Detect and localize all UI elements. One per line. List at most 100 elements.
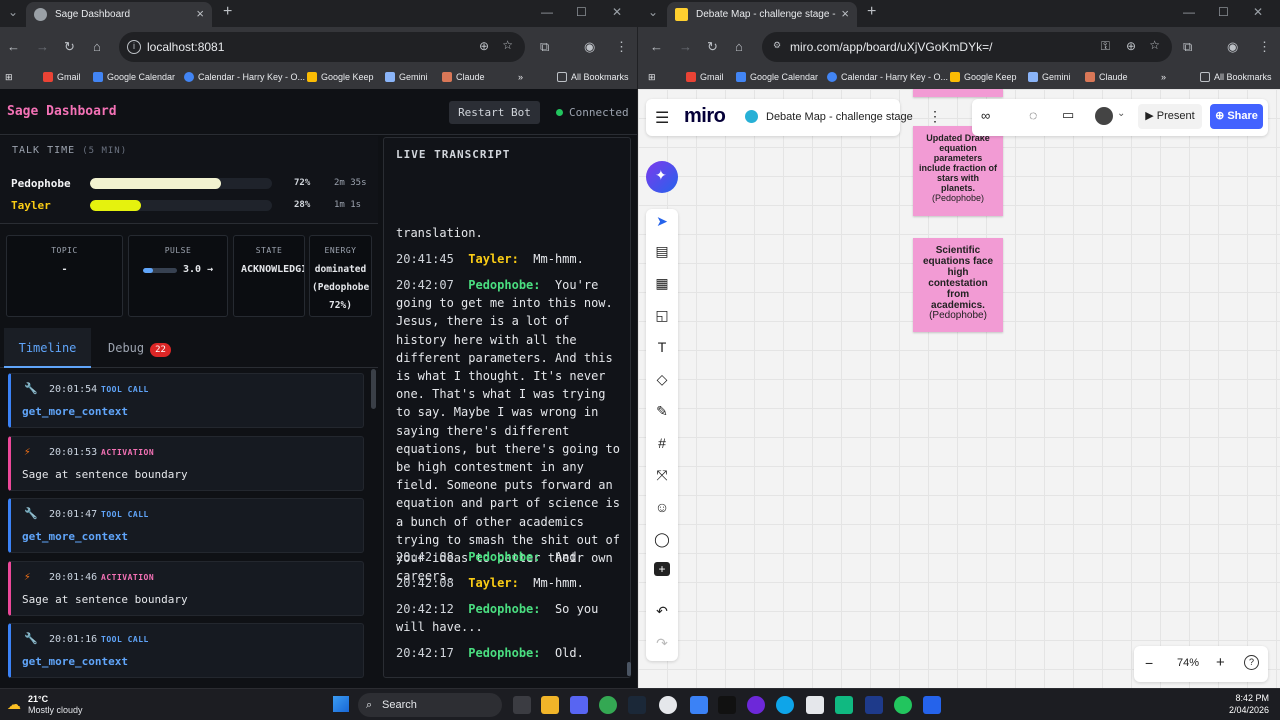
bookmark-gemini[interactable]: Gemini [385, 72, 428, 82]
main-menu-icon[interactable]: ☰ [655, 108, 669, 128]
tab-miro[interactable]: Debate Map - challenge stage - Miro × [667, 2, 857, 27]
bookmark-gmail[interactable]: Gmail [686, 72, 724, 82]
table-tool-icon[interactable]: ▦ [654, 275, 670, 292]
board-menu-icon[interactable]: ⋮ [928, 108, 942, 125]
profile-avatar[interactable]: ◉ [584, 39, 595, 55]
zoom-level[interactable]: 74% [1177, 657, 1199, 669]
bookmark-keep[interactable]: Google Keep [950, 72, 1017, 82]
edge-icon[interactable] [776, 696, 794, 714]
close-tab-icon[interactable]: × [196, 6, 204, 21]
zoom-in-button[interactable]: + [1216, 654, 1225, 671]
board-title[interactable]: Debate Map - challenge stage [766, 111, 913, 123]
bookmark-star-icon[interactable]: ☆ [502, 38, 513, 52]
menu-icon[interactable]: ⋮ [1258, 39, 1271, 55]
terminal-icon[interactable] [718, 696, 736, 714]
connector-tool-icon[interactable]: ⤧ [654, 467, 670, 484]
templates-icon[interactable]: ▤ [654, 243, 670, 260]
timeline-event[interactable]: 🔧 20:01:54 TOOL CALL get_more_context [8, 373, 364, 428]
sticky-note-tool-icon[interactable]: ◱ [654, 307, 670, 324]
bookmark-keep[interactable]: Google Keep [307, 72, 374, 82]
reactions-icon[interactable]: ∞ [981, 108, 990, 123]
tab-search-icon[interactable]: ⌄ [648, 5, 658, 19]
timeline-event[interactable]: 🔧 20:01:16 TOOL CALL get_more_context [8, 623, 364, 678]
app-icon[interactable] [835, 696, 853, 714]
comment-tool-icon[interactable]: ◯ [654, 531, 670, 548]
task-view-icon[interactable] [513, 696, 531, 714]
text-tool-icon[interactable]: T [654, 339, 670, 355]
bookmark-claude[interactable]: Claude [1085, 72, 1128, 82]
address-bar[interactable]: ⚙ miro.com/app/board/uXjVGoKmDYk=/ ⚿ ⊕ ☆ [762, 32, 1172, 62]
sticky-note[interactable]: Scientific equations face high contestat… [913, 238, 1003, 332]
discord-icon[interactable] [570, 696, 588, 714]
select-tool-icon[interactable]: ➤ [654, 213, 670, 230]
present-button[interactable]: ▶ Present [1138, 104, 1202, 129]
timeline-event[interactable]: ⚡ 20:01:53 ACTIVATION Sage at sentence boun… [8, 435, 364, 491]
site-settings-icon[interactable]: ⚙ [770, 40, 784, 54]
avatar[interactable] [1095, 107, 1113, 125]
reload-icon[interactable]: ↻ [64, 39, 75, 55]
address-bar[interactable]: i localhost:8081 ⊕ ☆ [119, 32, 525, 62]
menu-icon[interactable]: ⋮ [615, 39, 628, 55]
apps-icon[interactable]: ⊞ [5, 72, 13, 83]
miro-canvas[interactable]: Updated Drake equation parameters includ… [638, 89, 1280, 688]
shapes-tool-icon[interactable]: ◇ [654, 371, 670, 388]
help-icon[interactable]: ? [1244, 655, 1259, 670]
share-button[interactable]: ⊕ Share [1210, 104, 1263, 129]
bookmark-claude[interactable]: Claude [442, 72, 485, 82]
more-bookmarks-icon[interactable]: » [518, 72, 523, 82]
back-icon[interactable]: ← [650, 39, 663, 54]
frame-tool-icon[interactable]: # [654, 435, 670, 451]
profile-avatar[interactable]: ◉ [1227, 39, 1238, 55]
more-bookmarks-icon[interactable]: » [1161, 72, 1166, 82]
bookmark-calendar-harry[interactable]: Calendar - Harry Key - O... [184, 72, 305, 82]
chrome-icon[interactable] [599, 696, 617, 714]
tab-search-icon[interactable]: ⌄ [8, 5, 18, 19]
comment-icon[interactable]: ◌ [1029, 107, 1037, 123]
bookmark-gmail[interactable]: Gmail [43, 72, 81, 82]
bookmark-gemini[interactable]: Gemini [1028, 72, 1071, 82]
site-info-icon[interactable]: i [127, 40, 141, 54]
close-tab-icon[interactable]: × [841, 6, 849, 21]
vscode-icon[interactable] [923, 696, 941, 714]
timeline-event[interactable]: ⚡ 20:01:46 ACTIVATION Sage at sentence boun… [8, 560, 364, 616]
file-explorer-icon[interactable] [541, 696, 559, 714]
app-icon[interactable] [894, 696, 912, 714]
extensions-icon[interactable]: ⧉ [540, 39, 549, 55]
home-icon[interactable]: ⌂ [735, 39, 743, 54]
app-icon[interactable] [747, 696, 765, 714]
bookmark-star-icon[interactable]: ☆ [1149, 38, 1160, 52]
bookmark-calendar-harry[interactable]: Calendar - Harry Key - O... [827, 72, 948, 82]
zoom-icon[interactable]: ⊕ [1126, 39, 1136, 53]
zoom-icon[interactable]: ⊕ [479, 39, 489, 53]
reload-icon[interactable]: ↻ [707, 39, 718, 55]
forward-icon[interactable]: → [36, 39, 49, 54]
bookmark-calendar[interactable]: Google Calendar [736, 72, 818, 82]
restart-bot-button[interactable]: Restart Bot [449, 101, 540, 124]
notepad-icon[interactable] [806, 696, 824, 714]
back-icon[interactable]: ← [7, 39, 20, 54]
sticky-note[interactable]: Updated Drake equation parameters includ… [913, 126, 1003, 216]
ai-sparkle-button[interactable]: ✦ [646, 161, 678, 193]
new-tab-button[interactable]: + [223, 3, 232, 21]
forward-icon[interactable]: → [679, 39, 692, 54]
minimize-button[interactable]: — [1183, 5, 1195, 19]
all-bookmarks[interactable]: All Bookmarks [1200, 72, 1272, 82]
redo-icon[interactable]: ↷ [654, 635, 670, 652]
minimize-button[interactable]: — [541, 5, 553, 19]
app-icon[interactable] [659, 696, 677, 714]
tab-sage-dashboard[interactable]: Sage Dashboard × [26, 2, 212, 27]
bookmark-calendar[interactable]: Google Calendar [93, 72, 175, 82]
close-window-button[interactable]: ✕ [612, 5, 622, 19]
sticker-tool-icon[interactable]: ☺ [654, 499, 670, 515]
new-tab-button[interactable]: + [867, 3, 876, 21]
timeline-event[interactable]: 🔧 20:01:47 TOOL CALL get_more_context [8, 498, 364, 553]
tab-timeline[interactable]: Timeline [4, 328, 91, 368]
key-icon[interactable]: ⚿ [1101, 39, 1110, 54]
start-button[interactable] [333, 696, 349, 712]
timeline-scrollbar[interactable] [371, 369, 376, 409]
add-more-tools-icon[interactable]: + [654, 562, 670, 576]
taskbar-search[interactable]: ⌕ Search [358, 693, 502, 717]
app-icon[interactable] [865, 696, 883, 714]
apps-icon[interactable]: ⊞ [648, 72, 656, 83]
miro-logo[interactable]: miro [684, 105, 726, 128]
